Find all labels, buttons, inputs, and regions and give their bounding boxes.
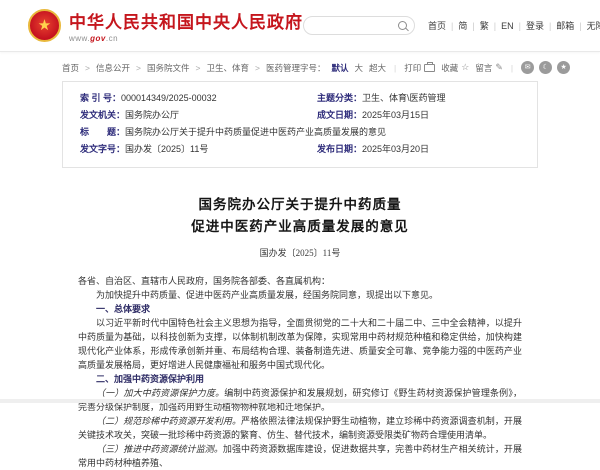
font-size-large-button[interactable]: 大 <box>354 62 363 74</box>
nav-separator: | <box>472 21 474 31</box>
meta-issuer-value: 国务院办公厅 <box>125 110 179 120</box>
search-icon[interactable] <box>398 21 407 30</box>
search-box[interactable] <box>303 16 415 35</box>
nav-separator: | <box>549 21 551 31</box>
article-doc-number: 国办发〔2025〕11号 <box>78 246 522 259</box>
meta-date-published-label: 发布日期： <box>317 144 362 154</box>
printer-icon <box>424 64 435 72</box>
meta-topic: 主题分类：卫生、体育\医药管理 <box>300 90 537 107</box>
header-right: 首页 | 简 | 繁 | EN | 登录 | 邮箱 | 无障碍 <box>303 16 600 35</box>
national-emblem-icon: ★ <box>28 9 61 42</box>
meta-doc-no: 发文字号：国办发〔2025〕11号 <box>63 141 300 158</box>
pencil-icon: ✎ <box>495 62 503 73</box>
nav-separator: | <box>579 21 581 31</box>
top-nav: 首页 | 简 | 繁 | EN | 登录 | 邮箱 | 无障碍 <box>428 19 600 32</box>
bottom-strip <box>0 399 600 403</box>
meta-index-label: 索 引 号： <box>80 93 121 103</box>
meta-date-published-value: 2025年03月20日 <box>362 144 429 154</box>
nav-separator: | <box>494 21 496 31</box>
breadcrumb-separator: > <box>85 63 90 73</box>
print-button[interactable]: 打印 <box>404 62 435 74</box>
print-label: 打印 <box>404 62 421 74</box>
nav-link[interactable]: 无障碍 <box>587 19 600 32</box>
page-tools: 字号： 默认 大 超大 | 打印 收藏 ☆ 留言 ✎ | ✉ ☾ ★ <box>300 61 570 74</box>
breadcrumb-separator: > <box>195 63 200 73</box>
paragraph-lead: （一）加大中药资源保护力度。 <box>96 388 224 398</box>
meta-date-written: 成文日期：2025年03月15日 <box>300 107 537 124</box>
nav-separator: | <box>451 21 453 31</box>
meta-issuer: 发文机关：国务院办公厅 <box>63 107 300 124</box>
font-size-default-button[interactable]: 默认 <box>331 62 348 74</box>
nav-link[interactable]: 简 <box>458 19 467 32</box>
nav-link[interactable]: 首页 <box>428 19 446 32</box>
site-url-gov: gov <box>90 34 106 43</box>
meta-date-written-label: 成文日期： <box>317 110 362 120</box>
site-url: www.gov.cn <box>69 34 303 43</box>
share-icons: ✉ ☾ ★ <box>521 61 570 74</box>
meta-topic-label: 主题分类： <box>317 93 362 103</box>
share-weibo-icon[interactable]: ☾ <box>539 61 552 74</box>
divider: | <box>511 63 513 73</box>
meta-index: 索 引 号：000014349/2025-00032 <box>63 90 300 107</box>
meta-doc-no-value: 国办发〔2025〕11号 <box>125 144 208 154</box>
article-title-line2: 促进中医药产业高质量发展的意见 <box>78 216 522 238</box>
site-url-prefix: www. <box>69 34 90 43</box>
comment-label: 留言 <box>475 62 492 74</box>
article-paragraph: 以习近平新时代中国特色社会主义思想为指导，全面贯彻党的二十大和二十届二中、三中全… <box>78 316 522 372</box>
meta-date-written-value: 2025年03月15日 <box>362 110 429 120</box>
breadcrumb-item[interactable]: 医药管理 <box>266 62 300 74</box>
comment-button[interactable]: 留言 ✎ <box>475 62 503 74</box>
article: 国务院办公厅关于提升中药质量 促进中医药产业高质量发展的意见 国办发〔2025〕… <box>78 168 522 470</box>
font-size-label: 字号： <box>300 62 326 74</box>
paragraph-lead: （三）推进中药资源统计监测。 <box>96 444 223 454</box>
breadcrumb-item[interactable]: 首页 <box>62 62 79 74</box>
favorite-button[interactable]: 收藏 ☆ <box>441 62 469 74</box>
meta-date-published: 发布日期：2025年03月20日 <box>300 141 537 158</box>
logo-text: 中华人民共和国中央人民政府 www.gov.cn <box>69 8 303 43</box>
doc-meta-table: 索 引 号：000014349/2025-00032 主题分类：卫生、体育\医药… <box>62 81 538 168</box>
nav-link[interactable]: 登录 <box>526 19 544 32</box>
section-heading: 一、总体要求 <box>78 302 522 316</box>
breadcrumb-separator: > <box>136 63 141 73</box>
section-heading: 二、加强中药资源保护利用 <box>78 372 522 386</box>
font-size-xlarge-button[interactable]: 超大 <box>369 62 386 74</box>
site-logo[interactable]: ★ 中华人民共和国中央人民政府 www.gov.cn <box>28 8 303 43</box>
meta-issuer-label: 发文机关： <box>80 110 125 120</box>
site-url-suffix: .cn <box>106 34 118 43</box>
breadcrumb: 首页 > 信息公开 > 国务院文件 > 卫生、体育 > 医药管理 <box>62 62 300 74</box>
meta-topic-value: 卫生、体育\医药管理 <box>362 93 446 103</box>
meta-title-label: 标 题： <box>80 127 125 137</box>
toolbar-row: 首页 > 信息公开 > 国务院文件 > 卫生、体育 > 医药管理 字号： 默认 大 超大 | 打… <box>62 52 538 81</box>
article-paragraph: 各省、自治区、直辖市人民政府，国务院各部委、各直属机构： <box>78 274 522 288</box>
meta-title: 标 题：国务院办公厅关于提升中药质量促进中医药产业高质量发展的意见 <box>63 124 537 141</box>
site-title: 中华人民共和国中央人民政府 <box>69 8 303 33</box>
article-paragraph: （三）推进中药资源统计监测。加强中药资源数据库建设，促进数据共享，完善中药材生产… <box>78 442 522 470</box>
share-wechat-icon[interactable]: ✉ <box>521 61 534 74</box>
breadcrumb-item[interactable]: 信息公开 <box>96 62 130 74</box>
breadcrumb-item[interactable]: 国务院文件 <box>147 62 190 74</box>
nav-link[interactable]: 邮箱 <box>556 19 574 32</box>
divider: | <box>394 63 396 73</box>
site-header: ★ 中华人民共和国中央人民政府 www.gov.cn 首页 | 简 | 繁 | EN | 登录 |… <box>0 0 600 52</box>
article-paragraph: 为加快提升中药质量、促进中医药产业高质量发展，经国务院同意，现提出以下意见。 <box>78 288 522 302</box>
star-icon: ☆ <box>461 62 469 73</box>
paragraph-lead: （二）规范珍稀中药资源开发利用。 <box>96 416 241 426</box>
favorite-label: 收藏 <box>441 62 458 74</box>
share-qzone-icon[interactable]: ★ <box>557 61 570 74</box>
nav-separator: | <box>519 21 521 31</box>
article-title: 国务院办公厅关于提升中药质量 促进中医药产业高质量发展的意见 <box>78 194 522 239</box>
breadcrumb-separator: > <box>255 63 260 73</box>
meta-index-value: 000014349/2025-00032 <box>121 93 217 103</box>
meta-doc-no-label: 发文字号： <box>80 144 125 154</box>
article-body: 各省、自治区、直辖市人民政府，国务院各部委、各直属机构：为加快提升中药质量、促进… <box>78 274 522 470</box>
article-paragraph: （二）规范珍稀中药资源开发利用。严格依照法律法规保护野生动植物，建立珍稀中药资源… <box>78 414 522 442</box>
search-input[interactable] <box>311 20 398 32</box>
breadcrumb-item[interactable]: 卫生、体育 <box>206 62 249 74</box>
nav-link[interactable]: EN <box>501 21 514 31</box>
nav-link[interactable]: 繁 <box>480 19 489 32</box>
meta-title-value: 国务院办公厅关于提升中药质量促进中医药产业高质量发展的意见 <box>125 127 386 137</box>
article-title-line1: 国务院办公厅关于提升中药质量 <box>78 194 522 216</box>
